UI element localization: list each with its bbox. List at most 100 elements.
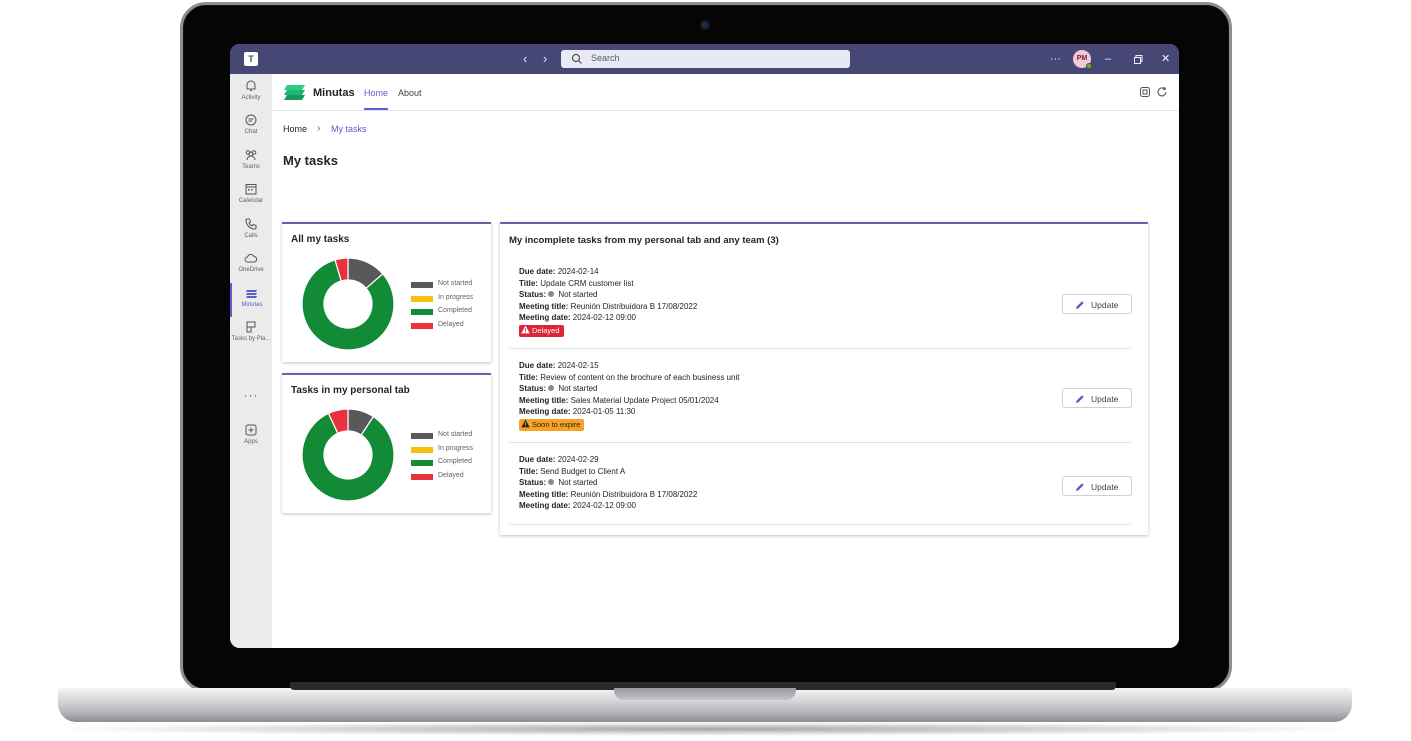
calendar-icon [245,184,257,195]
status-dot-icon [548,479,555,485]
task-meeting-date: Meeting date: 2024-02-12 09:00 [519,313,636,322]
field-value: Sales Material Update Project 05/01/2024 [570,396,719,405]
update-button[interactable]: Update [1062,476,1132,496]
more-options-icon[interactable]: ··· [1050,51,1061,67]
task-due-date: Due date: 2024-02-15 [519,361,599,370]
task-meeting-title: Meeting title: Reunión Distribuidora B 1… [519,490,697,499]
field-label: Title: [519,279,538,288]
update-button[interactable]: Update [1062,294,1132,314]
rail-item-onedrive[interactable]: OneDrive [230,248,272,282]
planner-icon [246,321,256,333]
teams-app-rail: Activity Chat Teams Calendar Calls OneDr… [230,74,272,648]
field-label: Due date: [519,361,556,370]
add-app-icon [245,424,257,436]
field-value: 2024-02-12 09:00 [572,501,636,510]
field-label: Status: [519,290,547,299]
app-header: Minutas Home About [272,74,1179,111]
rail-label: Tasks by Pla... [231,336,271,342]
update-button-label: Update [1091,482,1119,492]
chart-title: All my tasks [291,234,350,245]
field-value: Send Budget to Client A [540,467,626,476]
update-button[interactable]: Update [1062,388,1132,408]
rail-item-minutas[interactable]: Minutas [230,283,272,317]
field-value: 2024-02-14 [557,267,599,276]
warning-icon [521,325,530,334]
minutas-logo-icon [284,85,305,100]
field-value: 2024-02-12 09:00 [572,313,636,322]
field-value: Not started [558,384,598,393]
minutas-icon [246,290,257,298]
legend-swatch [411,446,433,453]
field-label: Meeting date: [519,501,571,510]
teams-top-bar: T ‹ › Search ··· PM – ✕ [230,44,1179,74]
webcam [701,21,709,29]
forward-arrow-icon[interactable]: › [543,51,547,67]
legend-swatch [411,433,433,439]
task-item: Due date: 2024-02-14 Title: Update CRM c… [509,257,1132,349]
rail-item-calls[interactable]: Calls [230,214,272,248]
field-value: 2024-02-29 [557,455,599,464]
field-value: Update CRM customer list [540,279,634,288]
rail-label: Teams [242,164,260,170]
teams-icon [245,150,257,161]
restore-icon[interactable] [1134,55,1143,64]
status-dot-icon [548,385,555,391]
legend-swatch [411,282,433,288]
field-label: Status: [519,384,547,393]
task-status: Status: Not started [519,384,598,393]
legend-label: Delayed [438,320,464,328]
page-title: My tasks [283,153,338,168]
task-status: Status: Not started [519,478,598,487]
chat-icon [245,114,257,126]
legend-label: Not started [438,280,473,287]
donut-chart-all-tasks [301,257,395,351]
tab-about[interactable]: About [398,88,422,98]
rail-item-activity[interactable]: Activity [230,76,272,110]
pencil-icon [1076,301,1084,309]
field-value: Reunión Distribuidora B 17/08/2022 [570,490,698,499]
legend-swatch [411,322,433,329]
task-meeting-title: Meeting title: Sales Material Update Pro… [519,396,719,405]
minimize-icon[interactable]: – [1105,51,1111,67]
legend-swatch [411,473,433,480]
tab-home[interactable]: Home [364,88,388,98]
rail-item-calendar[interactable]: Calendar [230,179,272,213]
rail-label: OneDrive [238,267,264,273]
task-title: Title: Send Budget to Client A [519,467,625,476]
rail-item-tasks-by-planner[interactable]: Tasks by Pla... [230,317,272,351]
laptop-shadow [40,722,1370,736]
field-label: Meeting title: [519,396,569,405]
field-label: Title: [519,373,538,382]
rail-label: Chat [244,129,258,135]
breadcrumb-home[interactable]: Home [283,124,307,134]
field-value: 2024-02-15 [557,361,599,370]
field-label: Title: [519,467,538,476]
rail-label: Minutas [241,302,263,308]
field-label: Meeting date: [519,407,571,416]
main-content: Home › My tasks My tasks All my tasks No… [272,111,1179,648]
popout-icon[interactable] [1139,86,1151,98]
search-input[interactable]: Search [561,50,850,68]
rail-item-teams[interactable]: Teams [230,145,272,179]
status-badge-delayed: Delayed [519,325,564,337]
task-item: Due date: 2024-02-29 Title: Send Budget … [509,445,1132,525]
legend-swatch [411,295,433,302]
chevron-right-icon: › [317,123,321,134]
field-label: Status: [519,478,547,487]
teams-logo-icon: T [244,52,258,66]
rail-item-chat[interactable]: Chat [230,110,272,144]
legend-label: In progress [438,293,474,301]
back-arrow-icon[interactable]: ‹ [523,51,527,67]
tasks-panel-title: My incomplete tasks from my personal tab… [509,235,779,246]
task-due-date: Due date: 2024-02-14 [519,267,599,276]
bell-icon [246,80,256,91]
search-placeholder: Search [591,53,620,63]
field-value: 2024-01-05 11:30 [572,407,636,416]
rail-item-apps[interactable]: Apps [230,420,272,454]
close-icon[interactable]: ✕ [1161,51,1170,67]
task-title: Title: Review of content on the brochure… [519,373,739,382]
refresh-icon[interactable] [1156,86,1168,98]
cloud-icon [244,254,258,263]
update-button-label: Update [1091,300,1119,310]
status-dot-icon [548,291,555,297]
